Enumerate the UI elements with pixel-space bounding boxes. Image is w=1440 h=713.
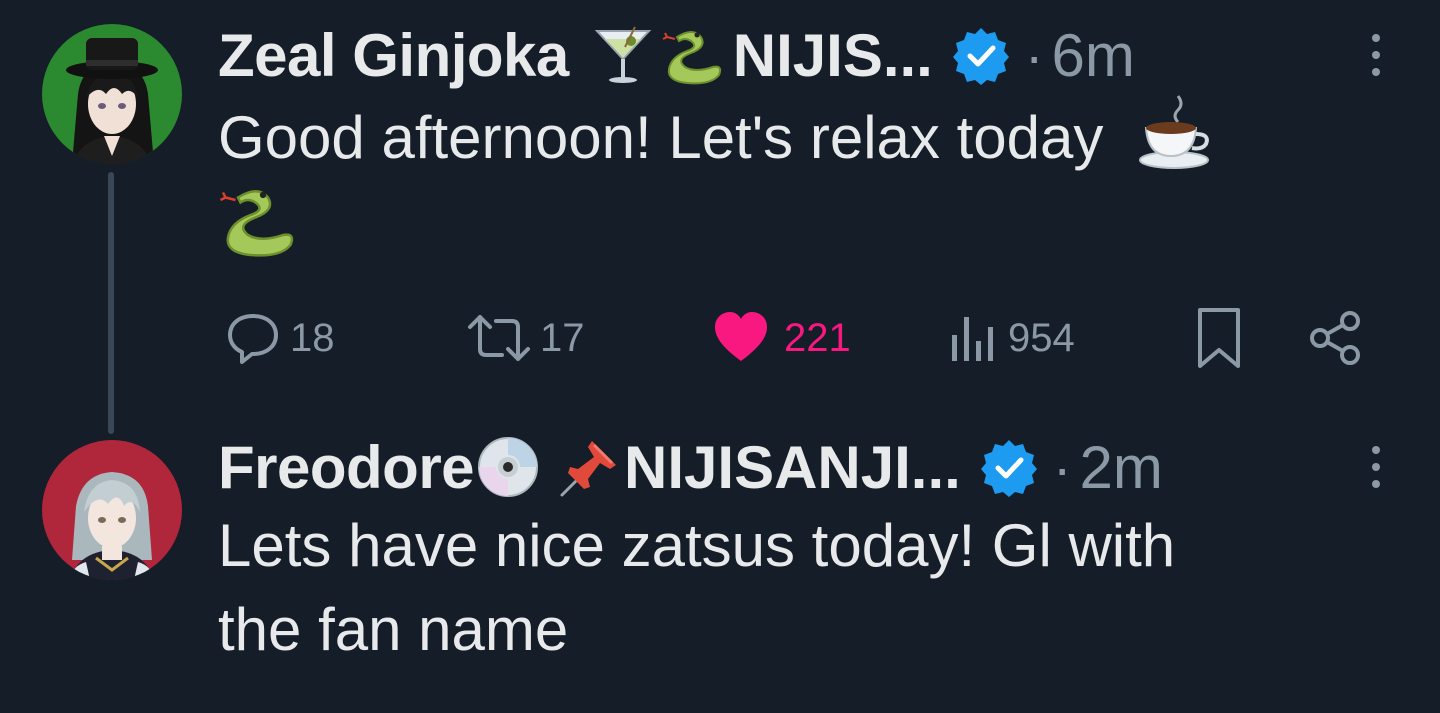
share-button[interactable] — [1306, 306, 1364, 370]
tweet-text-line: Good afternoon! Let's relax today — [218, 104, 1104, 171]
tweet-text-line: the fan name — [218, 596, 569, 663]
retweet-count: 17 — [540, 315, 585, 360]
more-options-icon[interactable] — [1364, 30, 1388, 80]
like-button[interactable]: 221 — [712, 306, 851, 370]
reply-button[interactable]: 18 — [224, 306, 335, 370]
retweet-button[interactable]: 17 — [466, 306, 585, 370]
snake-emoji-icon — [661, 23, 725, 87]
tweet-action-bar: 18 17 221 954 — [218, 306, 1368, 370]
analytics-bars-icon — [952, 317, 993, 361]
tweet-timestamp[interactable]: 6m — [1052, 21, 1135, 90]
verified-badge-icon[interactable] — [979, 437, 1039, 497]
snake-emoji-icon — [218, 180, 298, 260]
author-handle[interactable]: NIJIS... — [733, 21, 933, 90]
tweet-header: Zeal Ginjoka NIJIS... · 6m — [218, 20, 1388, 90]
bookmark-button[interactable] — [1194, 306, 1244, 370]
share-icon — [1310, 311, 1360, 365]
pushpin-emoji-icon — [558, 435, 622, 499]
retweet-icon — [468, 315, 530, 361]
reply-count: 18 — [290, 315, 335, 360]
tweet-text: Lets have nice zatsus today! Gl with the… — [218, 504, 1408, 672]
separator-dot: · — [1052, 435, 1072, 499]
avatar-freodore[interactable] — [42, 440, 182, 580]
author-handle[interactable]: NIJISANJI... — [624, 433, 961, 502]
tweet-timestamp[interactable]: 2m — [1079, 433, 1162, 502]
dvd-emoji-icon — [476, 435, 540, 499]
tweet-text: Good afternoon! Let's relax today — [218, 92, 1408, 268]
heart-icon — [715, 312, 767, 361]
separator-dot: · — [1024, 23, 1044, 87]
cocktail-glass-emoji-icon — [591, 23, 655, 87]
avatar-zeal-ginjoka[interactable] — [42, 24, 182, 164]
tweet-header: Freodore NIJISANJI... · 2m — [218, 432, 1388, 502]
tweet-text-line: Lets have nice zatsus today! Gl with — [218, 512, 1176, 579]
bookmark-icon — [1198, 308, 1240, 368]
views-count: 954 — [1008, 315, 1075, 360]
views-button[interactable]: 954 — [948, 306, 1075, 370]
more-options-icon[interactable] — [1364, 442, 1388, 492]
verified-badge-icon[interactable] — [951, 25, 1011, 85]
hot-beverage-emoji-icon — [1134, 92, 1214, 172]
author-name[interactable]: Zeal Ginjoka — [218, 21, 569, 90]
author-name[interactable]: Freodore — [218, 433, 475, 502]
reply-icon — [228, 314, 278, 364]
thread-connector-line — [108, 172, 114, 434]
like-count: 221 — [784, 315, 851, 360]
